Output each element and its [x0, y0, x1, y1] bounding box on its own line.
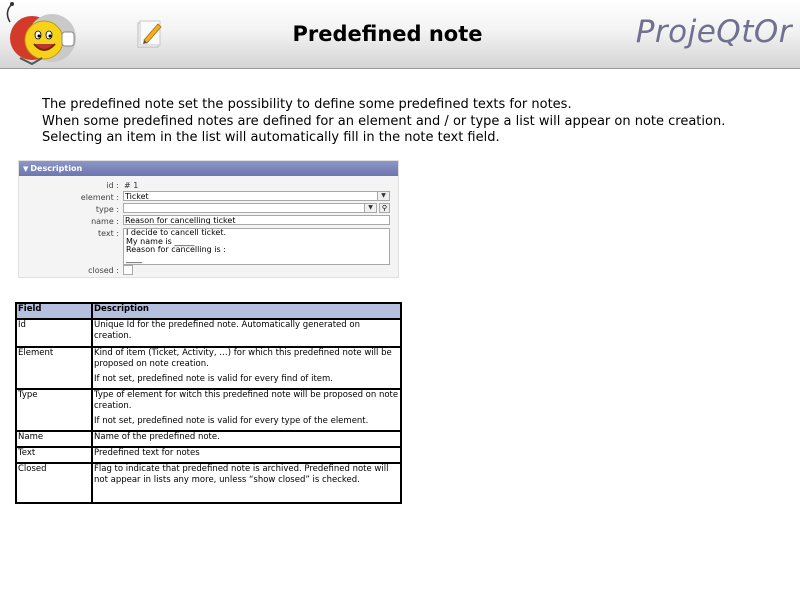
name-label: name : — [91, 217, 119, 226]
table-row: Element Kind of item (Ticket, Activity, … — [15, 346, 402, 390]
description-text: Name of the predefined note. — [94, 432, 220, 442]
intro-line: The predefined note set the possibility … — [42, 97, 572, 112]
table-row: Name Name of the predefined note. — [15, 430, 402, 448]
collapse-triangle-icon: ▼ — [23, 165, 29, 173]
table-row: Closed Flag to indicate that predefined … — [15, 462, 402, 504]
description-text: Flag to indicate that predefined note is… — [94, 464, 389, 485]
description-text: Type of element for witch this predefine… — [94, 390, 399, 411]
table-row: Id Unique Id for the predefined note. Au… — [15, 318, 402, 348]
column-header-description: Description — [91, 302, 402, 320]
table-header-row: Field Description — [15, 302, 402, 320]
description-form-screenshot: ▼ Description id : # 1 element : Ticket ▼… — [18, 160, 399, 278]
description-cell: Kind of item (Ticket, Activity, …) for w… — [91, 346, 402, 390]
element-select-value: Ticket — [125, 192, 149, 201]
text-textarea[interactable]: I decide to cancell ticket. My name is _… — [123, 228, 390, 265]
description-section-header[interactable]: ▼ Description — [19, 161, 398, 176]
search-icon[interactable]: ⚲ — [379, 203, 390, 213]
text-label: text : — [97, 229, 119, 238]
column-header-field: Field — [15, 302, 93, 320]
closed-checkbox[interactable] — [123, 265, 133, 275]
description-text: Kind of item (Ticket, Activity, …) for w… — [94, 348, 392, 369]
description-text: Unique Id for the predefined note. Autom… — [94, 320, 360, 341]
field-description-table: Field Description Id Unique Id for the p… — [15, 302, 402, 504]
table-row: Text Predefined text for notes — [15, 446, 402, 464]
description-cell: Unique Id for the predefined note. Autom… — [91, 318, 402, 348]
description-text: If not set, predefined note is valid for… — [94, 374, 333, 384]
projeqtor-logo: ProjeQtOr — [635, 14, 792, 50]
name-input[interactable]: Reason for cancelling ticket — [123, 215, 390, 225]
field-cell: Name — [15, 430, 93, 448]
description-cell: Name of the predefined note. — [91, 430, 402, 448]
table-row: Type Type of element for witch this pred… — [15, 388, 402, 432]
text-line: ____ — [126, 253, 142, 263]
page-title: Predefined note — [292, 22, 483, 46]
smiley-mascot-icon — [6, 2, 76, 66]
section-title: Description — [30, 164, 83, 173]
field-cell: Type — [15, 388, 93, 432]
intro-line: Selecting an item in the list will autom… — [42, 130, 500, 145]
description-cell: Type of element for witch this predefine… — [91, 388, 402, 432]
chevron-down-icon[interactable]: ▼ — [377, 192, 389, 200]
element-select[interactable]: Ticket ▼ — [123, 191, 390, 201]
description-text: Predefined text for notes — [94, 448, 200, 458]
form-row-closed: closed : — [19, 265, 398, 277]
note-pencil-icon — [137, 20, 162, 48]
description-text: If not set, predefined note is valid for… — [94, 416, 369, 426]
field-cell: Id — [15, 318, 93, 348]
description-cell: Predefined text for notes — [91, 446, 402, 464]
element-label: element : — [80, 193, 119, 202]
id-value: # 1 — [124, 181, 139, 190]
type-label: type : — [95, 205, 119, 214]
closed-label: closed : — [88, 266, 119, 275]
page-header: Predefined note ProjeQtOr — [0, 0, 800, 69]
intro-text: The predefined note set the possibility … — [42, 97, 782, 147]
text-line: Reason for cancelling is : — [126, 245, 226, 254]
type-select[interactable]: ▼ — [123, 203, 377, 213]
id-label: id : — [106, 181, 119, 190]
description-cell: Flag to indicate that predefined note is… — [91, 462, 402, 504]
field-cell: Text — [15, 446, 93, 464]
field-cell: Element — [15, 346, 93, 390]
intro-line: When some predefined notes are defined f… — [42, 113, 726, 129]
chevron-down-icon[interactable]: ▼ — [364, 204, 376, 212]
field-cell: Closed — [15, 462, 93, 504]
